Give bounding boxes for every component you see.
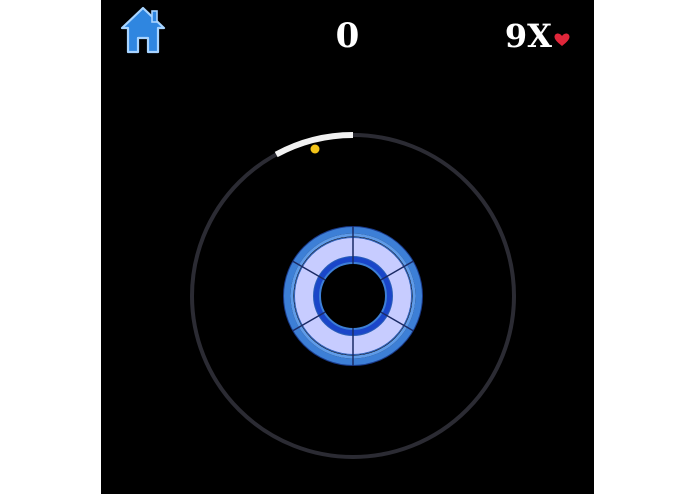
- page: 0 9X: [0, 0, 695, 494]
- game-canvas[interactable]: 0 9X: [101, 0, 594, 494]
- ball: [310, 144, 320, 154]
- orbit-track: [190, 133, 516, 459]
- game-arena: [190, 132, 516, 459]
- central-ring: [283, 226, 423, 366]
